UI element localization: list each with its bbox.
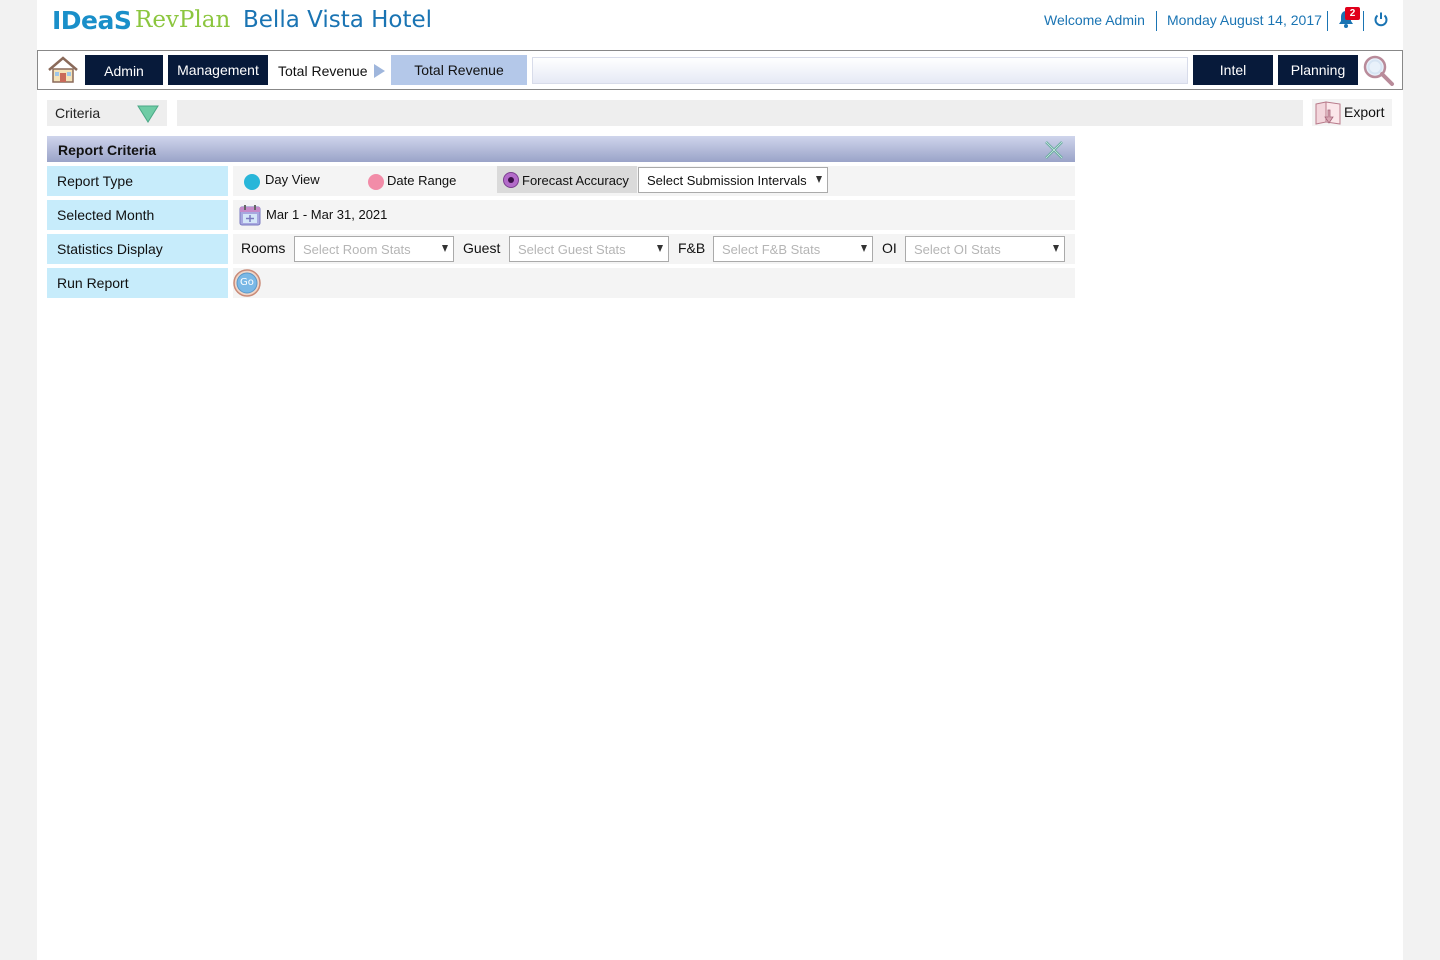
room-stats-select[interactable]: Select Room Stats [294, 236, 454, 262]
calendar-icon[interactable] [239, 204, 261, 226]
header-divider [1363, 11, 1364, 31]
hotel-name: Bella Vista Hotel [243, 7, 433, 33]
export-icon [1315, 101, 1341, 125]
guest-stats-placeholder: Select Guest Stats [518, 242, 626, 257]
statistics-display-row: Rooms Select Room Stats Guest Select Gue… [233, 234, 1075, 264]
forecast-accuracy-radio[interactable] [503, 172, 519, 188]
ideas-logo: IDeaS [52, 6, 132, 35]
chevron-down-icon [816, 176, 822, 183]
chevron-down-icon [1053, 245, 1059, 252]
criteria-label: Criteria [55, 105, 101, 121]
submission-intervals-value: Select Submission Intervals [647, 173, 807, 188]
welcome-text: Welcome Admin [1044, 12, 1145, 28]
oi-stats-placeholder: Select OI Stats [914, 242, 1001, 257]
nav-admin[interactable]: Admin [85, 55, 163, 85]
nav-management[interactable]: Management [168, 55, 268, 85]
export-button[interactable]: Export [1312, 99, 1392, 126]
run-report-row: Go [233, 268, 1075, 298]
report-criteria-header: Report Criteria [47, 136, 1075, 162]
home-icon[interactable] [47, 56, 79, 84]
fb-label: F&B [678, 240, 706, 256]
breadcrumb-arrow-icon [374, 64, 385, 78]
selected-month-row: Mar 1 - Mar 31, 2021 [233, 200, 1075, 230]
header-divider [1327, 11, 1328, 31]
run-report-label: Run Report [47, 268, 228, 298]
nav-intel[interactable]: Intel [1193, 55, 1273, 85]
report-type-row: Day View Date Range Forecast Accuracy Se… [233, 166, 1075, 196]
main-nav: Admin Management Total Revenue Total Rev… [37, 50, 1403, 90]
fb-stats-placeholder: Select F&B Stats [722, 242, 821, 257]
oi-stats-select[interactable]: Select OI Stats [905, 236, 1065, 262]
notification-badge: 2 [1345, 7, 1360, 20]
revplan-logo: RevPlan [135, 7, 231, 33]
chevron-down-icon [657, 245, 663, 252]
triangle-down-icon[interactable] [137, 105, 159, 123]
day-view-radio[interactable] [244, 174, 260, 190]
power-icon[interactable] [1373, 11, 1389, 27]
breadcrumb-total-revenue[interactable]: Total Revenue [278, 63, 368, 79]
date-range-radio[interactable] [368, 174, 384, 190]
oi-label: OI [882, 240, 897, 256]
nav-active-total-revenue[interactable]: Total Revenue [391, 55, 527, 85]
page: IDeaS RevPlan Bella Vista Hotel Welcome … [37, 0, 1403, 960]
submission-intervals-select[interactable]: Select Submission Intervals [638, 167, 828, 193]
nav-spacer [532, 57, 1188, 84]
rooms-label: Rooms [241, 240, 286, 256]
date-range-label[interactable]: Date Range [387, 173, 456, 188]
room-stats-placeholder: Select Room Stats [303, 242, 411, 257]
go-button[interactable]: Go [233, 269, 261, 297]
chevron-down-icon [442, 245, 448, 252]
close-icon[interactable] [1043, 139, 1065, 161]
forecast-accuracy-option[interactable]: Forecast Accuracy [497, 166, 637, 193]
selected-month-value[interactable]: Mar 1 - Mar 31, 2021 [266, 207, 387, 222]
nav-planning[interactable]: Planning [1278, 55, 1358, 85]
fb-stats-select[interactable]: Select F&B Stats [713, 236, 873, 262]
search-icon[interactable] [1361, 54, 1395, 86]
guest-label: Guest [463, 240, 501, 256]
header-divider [1156, 11, 1157, 31]
go-label: Go [240, 277, 254, 288]
forecast-accuracy-label: Forecast Accuracy [522, 173, 629, 188]
statistics-display-label: Statistics Display [47, 234, 228, 264]
selected-month-label: Selected Month [47, 200, 228, 230]
day-view-label[interactable]: Day View [265, 172, 320, 187]
report-type-label: Report Type [47, 166, 228, 196]
guest-stats-select[interactable]: Select Guest Stats [509, 236, 669, 262]
export-label: Export [1344, 104, 1385, 120]
chevron-down-icon [861, 245, 867, 252]
criteria-strip [177, 100, 1303, 126]
panel-title: Report Criteria [58, 142, 157, 158]
current-date: Monday August 14, 2017 [1167, 12, 1322, 28]
